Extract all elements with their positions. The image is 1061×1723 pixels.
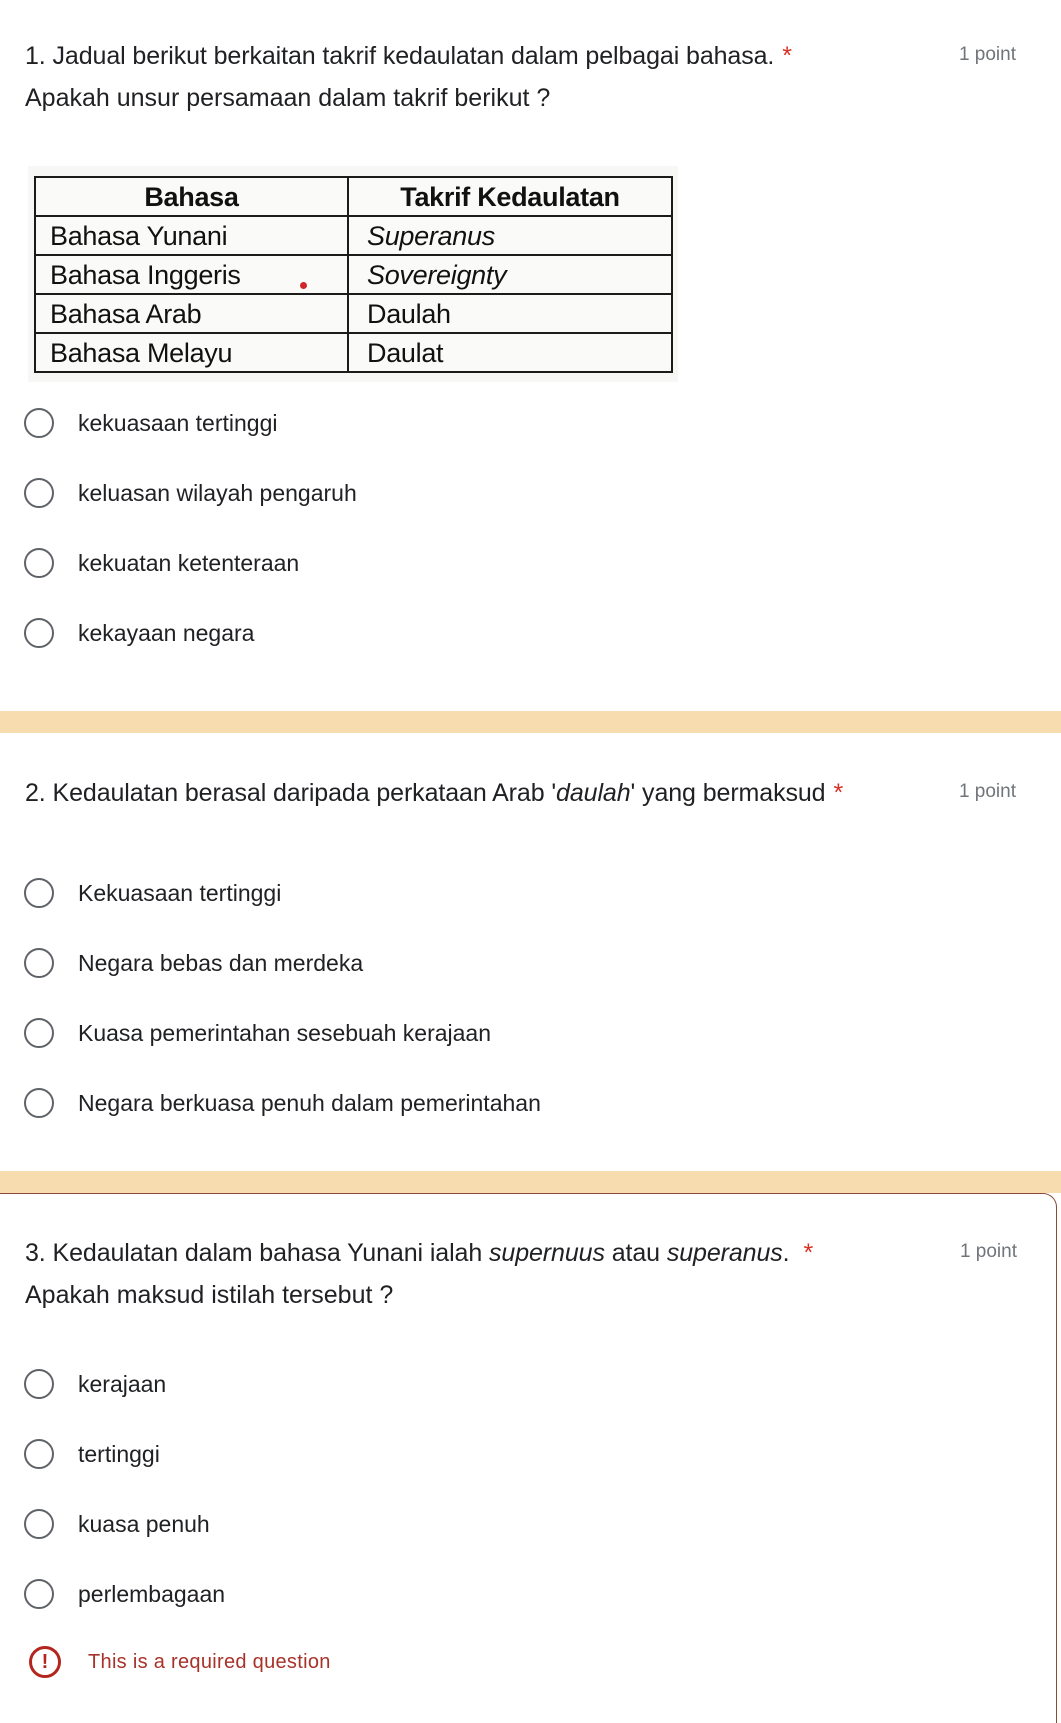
definition-table: Bahasa Takrif Kedaulatan Bahasa Yunani S… bbox=[34, 176, 673, 373]
question-1-points: 1 point bbox=[958, 44, 1016, 65]
question-2-points: 1 point bbox=[958, 781, 1016, 802]
radio-button-icon[interactable] bbox=[24, 878, 54, 908]
question-3-title: 3. Kedaulatan dalam bahasa Yunani ialah … bbox=[25, 1232, 813, 1274]
required-error-message: ! This is a required question bbox=[29, 1646, 331, 1678]
question-1-title: 1. Jadual berikut berkaitan takrif kedau… bbox=[25, 35, 792, 77]
radio-button-icon[interactable] bbox=[24, 948, 54, 978]
radio-button-icon[interactable] bbox=[24, 1579, 54, 1609]
table-cell: Sovereignty bbox=[347, 254, 673, 295]
radio-button-icon[interactable] bbox=[24, 1439, 54, 1469]
option-label: Negara berkuasa penuh dalam pemerintahan bbox=[78, 1089, 541, 1116]
required-asterisk: * bbox=[782, 42, 792, 70]
option-label: kekuatan ketenteraan bbox=[78, 549, 300, 576]
table-cell: Daulah bbox=[347, 293, 673, 334]
question-2-option[interactable]: Negara berkuasa penuh dalam pemerintahan bbox=[24, 1083, 541, 1123]
question-2-option[interactable]: Kuasa pemerintahan sesebuah kerajaan bbox=[24, 1013, 491, 1053]
option-label: kuasa penuh bbox=[78, 1510, 210, 1537]
question-2-option[interactable]: Kekuasaan tertinggi bbox=[24, 873, 281, 913]
question-1-option[interactable]: kekuatan ketenteraan bbox=[24, 543, 299, 583]
option-label: Kekuasaan tertinggi bbox=[78, 879, 282, 906]
table-header: Bahasa bbox=[34, 176, 349, 217]
title-text: Kedaulatan dalam bahasa Yunani ialah bbox=[52, 1239, 489, 1267]
table-row: Bahasa Yunani Superanus bbox=[34, 215, 673, 256]
question-3-option[interactable]: kuasa penuh bbox=[24, 1504, 210, 1544]
radio-button-icon[interactable] bbox=[24, 1509, 54, 1539]
option-label: tertinggi bbox=[78, 1440, 160, 1467]
option-label: kekayaan negara bbox=[78, 619, 255, 646]
question-card-2: 2. Kedaulatan berasal daripada perkataan… bbox=[0, 733, 1057, 1171]
radio-button-icon[interactable] bbox=[24, 478, 54, 508]
required-asterisk: * bbox=[803, 1239, 814, 1267]
question-3-number: 3. bbox=[25, 1239, 46, 1267]
question-1-option[interactable]: kekayaan negara bbox=[24, 613, 254, 653]
question-3-text: Kedaulatan dalam bahasa Yunani ialah sup… bbox=[53, 1239, 790, 1267]
title-text: ' yang bermaksud bbox=[630, 779, 826, 807]
radio-button-icon[interactable] bbox=[24, 618, 54, 648]
question-3-option[interactable]: kerajaan bbox=[24, 1364, 166, 1404]
option-label: Kuasa pemerintahan sesebuah kerajaan bbox=[78, 1019, 492, 1046]
title-text: . bbox=[782, 1239, 790, 1267]
option-label: Negara bebas dan merdeka bbox=[78, 949, 364, 976]
option-label: kerajaan bbox=[78, 1370, 167, 1397]
question-2-title: 2. Kedaulatan berasal daripada perkataan… bbox=[25, 772, 843, 814]
table-header: Takrif Kedaulatan bbox=[347, 176, 673, 217]
option-label: kekuasaan tertinggi bbox=[78, 409, 278, 436]
table-header-row: Bahasa Takrif Kedaulatan bbox=[34, 176, 673, 217]
question-1-text: Jadual berikut berkaitan takrif kedaulat… bbox=[52, 42, 775, 70]
radio-button-icon[interactable] bbox=[24, 408, 54, 438]
question-1-option[interactable]: kekuasaan tertinggi bbox=[24, 403, 277, 443]
question-3-option[interactable]: tertinggi bbox=[24, 1434, 160, 1474]
table-cell: Daulat bbox=[347, 332, 673, 373]
question-card-3: 3. Kedaulatan dalam bahasa Yunani ialah … bbox=[0, 1193, 1057, 1723]
title-italic-term: daulah bbox=[556, 779, 631, 807]
question-separator bbox=[0, 711, 1061, 733]
table-row: Bahasa Arab Daulah bbox=[34, 293, 673, 334]
title-italic-term: superanus bbox=[666, 1239, 783, 1267]
option-label: keluasan wilayah pengaruh bbox=[78, 479, 357, 506]
radio-button-icon[interactable] bbox=[24, 548, 54, 578]
question-2-text: Kedaulatan berasal daripada perkataan Ar… bbox=[53, 779, 826, 807]
radio-button-icon[interactable] bbox=[24, 1018, 54, 1048]
radio-button-icon[interactable] bbox=[24, 1369, 54, 1399]
option-label: perlembagaan bbox=[78, 1580, 226, 1607]
error-text: This is a required question bbox=[88, 1650, 331, 1673]
required-asterisk: * bbox=[833, 779, 844, 807]
table-row: Bahasa Inggeris Sovereignty bbox=[34, 254, 673, 295]
title-text: Kedaulatan berasal daripada perkataan Ar… bbox=[52, 779, 557, 807]
question-1-table-image: Bahasa Takrif Kedaulatan Bahasa Yunani S… bbox=[28, 166, 678, 382]
question-separator bbox=[0, 1171, 1061, 1193]
question-3-points: 1 point bbox=[959, 1241, 1017, 1262]
radio-button-icon[interactable] bbox=[24, 1088, 54, 1118]
question-2-number: 2. bbox=[25, 779, 46, 807]
question-1-option[interactable]: keluasan wilayah pengaruh bbox=[24, 473, 357, 513]
table-cell: Bahasa Arab bbox=[34, 293, 349, 334]
table-row: Bahasa Melayu Daulat bbox=[34, 332, 673, 373]
question-card-1: 1. Jadual berikut berkaitan takrif kedau… bbox=[0, 0, 1057, 711]
exclamation-circle-icon: ! bbox=[29, 1646, 61, 1678]
red-mark-dot bbox=[300, 282, 307, 289]
title-italic-term: supernuus bbox=[489, 1239, 605, 1267]
table-cell: Superanus bbox=[347, 215, 673, 256]
question-2-option[interactable]: Negara bebas dan merdeka bbox=[24, 943, 363, 983]
question-3-option[interactable]: perlembagaan bbox=[24, 1574, 225, 1614]
question-1-subtitle: Apakah unsur persamaan dalam takrif beri… bbox=[25, 84, 551, 112]
title-text: atau bbox=[604, 1239, 667, 1267]
question-3-subtitle: Apakah maksud istilah tersebut ? bbox=[25, 1281, 394, 1309]
question-1-number: 1. bbox=[25, 42, 46, 70]
table-cell: Bahasa Yunani bbox=[34, 215, 349, 256]
table-cell: Bahasa Melayu bbox=[34, 332, 349, 373]
